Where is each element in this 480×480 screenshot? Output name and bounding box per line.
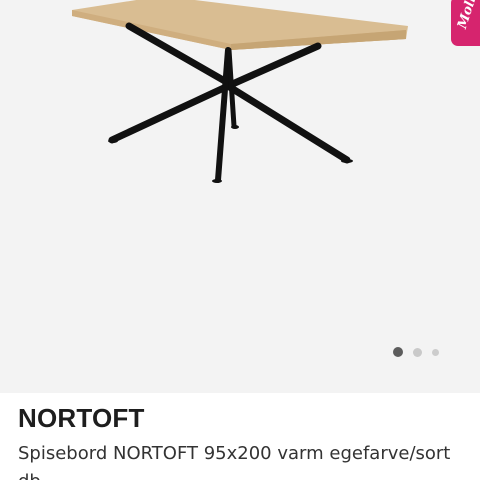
product-description-continued: db: [18, 471, 41, 480]
carousel-dot[interactable]: [432, 348, 439, 356]
carousel-indicator[interactable]: [393, 346, 439, 358]
molly-badge[interactable]: Molly: [451, 0, 480, 46]
product-screen: Molly NORTOFT Spisebord NORTOFT 95x200 v…: [0, 0, 480, 480]
carousel-dot[interactable]: [413, 347, 422, 357]
product-description: Spisebord NORTOFT 95x200 varm egefarve/s…: [18, 443, 451, 464]
product-info: NORTOFT Spisebord NORTOFT 95x200 varm eg…: [0, 393, 480, 480]
badge-label: Molly: [455, 0, 480, 31]
dining-table-image: [72, 0, 408, 183]
image-gallery[interactable]: [0, 0, 480, 393]
carousel-dot-active[interactable]: [393, 347, 403, 357]
product-title: NORTOFT: [18, 403, 145, 433]
